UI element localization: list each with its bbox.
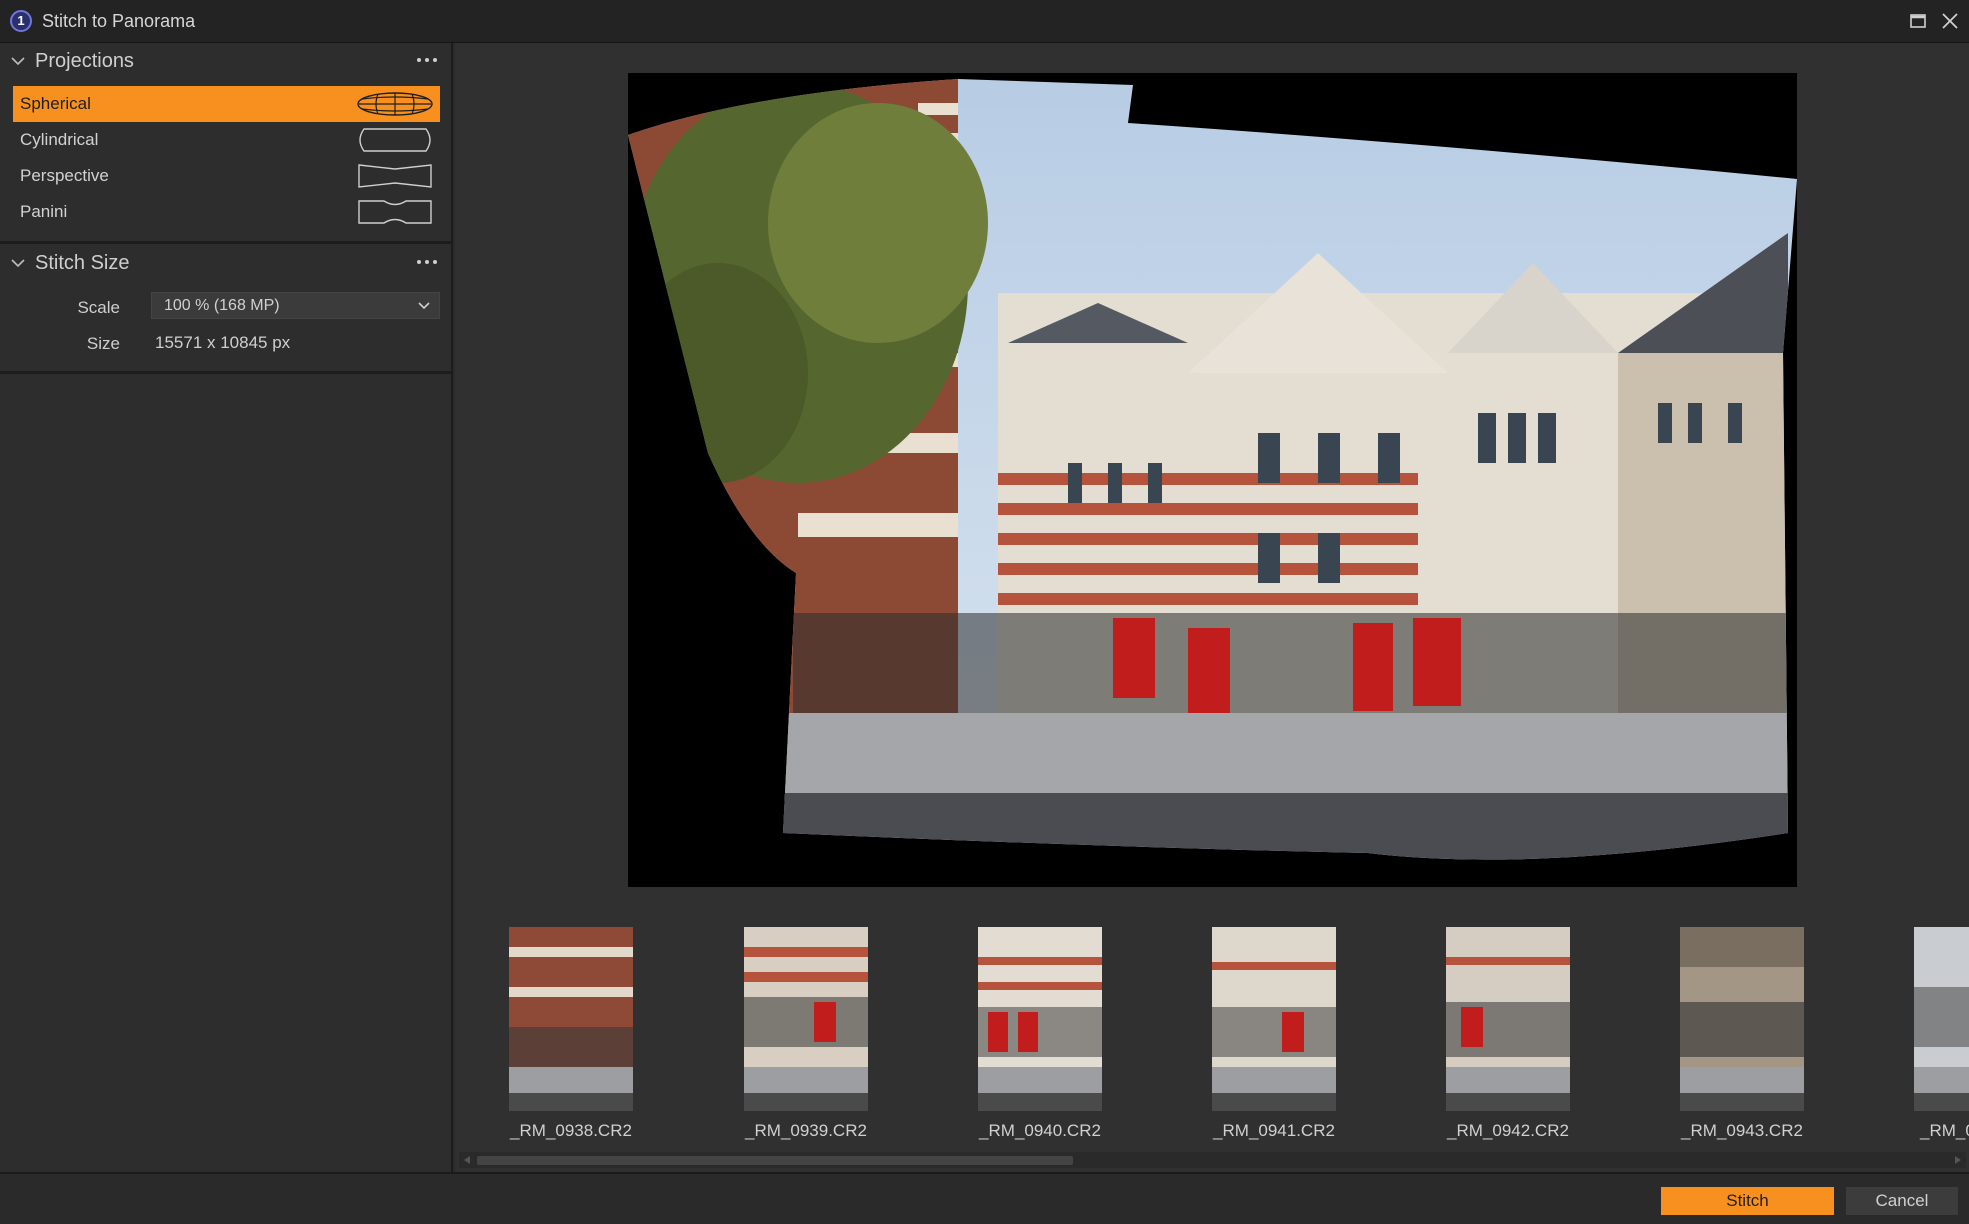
thumbnail-status-bar (1212, 1093, 1336, 1111)
projection-label: Panini (20, 202, 68, 221)
thumbnail-label: _RM_0938.CR2 (510, 1121, 632, 1140)
scale-value: 100 % (168 MP) (164, 297, 280, 314)
thumbnail-image[interactable] (1446, 927, 1570, 1111)
thumbnail-preview (509, 927, 633, 1111)
panorama-preview (628, 73, 1797, 887)
thumbnail-image[interactable] (1212, 927, 1336, 1111)
thumbnail-status-bar (1446, 1093, 1570, 1111)
close-icon[interactable] (1937, 8, 1963, 34)
thumbnail-label: _RM_0941.CR2 (1213, 1121, 1335, 1140)
thumbnail-preview (1914, 927, 1969, 1111)
projection-label: Spherical (20, 94, 91, 113)
spherical-projection-icon (357, 92, 433, 116)
thumbnail-label: _RM_0939.CR2 (745, 1121, 867, 1140)
thumbnail-status-bar (509, 1093, 633, 1111)
size-label: Size (86, 334, 120, 353)
thumbnail-status-bar (1914, 1093, 1969, 1111)
projection-perspective[interactable]: Perspective (13, 158, 440, 194)
thumbnail-label: _RM_0943.CR2 (1681, 1121, 1803, 1140)
chevron-down-icon[interactable] (10, 255, 26, 271)
thumbnail-preview (978, 927, 1102, 1111)
preview-area: _RM_0938.CR2 _RM_0939.CR2 _RM_0940.CR2 _… (455, 43, 1969, 1172)
stitch-size-header[interactable]: Stitch Size (0, 245, 451, 281)
perspective-projection-icon (358, 164, 432, 188)
projection-spherical[interactable]: Spherical (13, 86, 440, 122)
cylindrical-projection-icon (359, 128, 431, 152)
chevron-down-icon[interactable] (10, 53, 26, 69)
scroll-right-icon[interactable] (1952, 1154, 1964, 1166)
maximize-icon[interactable] (1905, 8, 1931, 34)
thumbnail-preview (1212, 927, 1336, 1111)
chevron-down-icon[interactable] (417, 301, 431, 311)
scrollbar-thumb[interactable] (477, 1156, 1073, 1165)
action-bar: Stitch Cancel (0, 1172, 1969, 1224)
thumbnail-status-bar (744, 1093, 868, 1111)
projection-label: Perspective (20, 166, 109, 185)
thumbnail-status-bar (978, 1093, 1102, 1111)
more-options-icon[interactable] (415, 53, 439, 67)
thumbnail-image[interactable] (509, 927, 633, 1111)
thumbnail-status-bar (1680, 1093, 1804, 1111)
thumbnail-image[interactable] (1680, 927, 1804, 1111)
window-title: Stitch to Panorama (42, 11, 196, 31)
stitch-button[interactable]: Stitch (1661, 1187, 1834, 1215)
panorama-image (628, 79, 1797, 860)
scale-label: Scale (77, 298, 120, 317)
thumbnail-preview (1446, 927, 1570, 1111)
app-logo-icon: 1 (10, 10, 32, 32)
stitch-size-title: Stitch Size (35, 252, 130, 274)
projection-label: Cylindrical (20, 130, 99, 149)
filmstrip-scrollbar[interactable] (459, 1152, 1966, 1168)
scale-dropdown[interactable]: 100 % (168 MP) (151, 292, 440, 319)
title-bar: 1 Stitch to Panorama (0, 0, 1969, 43)
scroll-left-icon[interactable] (461, 1154, 473, 1166)
thumbnail-label: _RM_0942.CR2 (1447, 1121, 1569, 1140)
projections-header[interactable]: Projections (0, 43, 451, 79)
panini-projection-icon (358, 200, 432, 224)
section-divider (0, 241, 451, 244)
section-divider (0, 371, 451, 374)
thumbnail-preview (1680, 927, 1804, 1111)
settings-panel: Projections Spherical Cylindrical Perspe… (0, 43, 453, 1172)
thumbnail-preview (744, 927, 868, 1111)
cancel-button[interactable]: Cancel (1846, 1187, 1958, 1215)
projection-cylindrical[interactable]: Cylindrical (13, 122, 440, 158)
projection-panini[interactable]: Panini (13, 194, 440, 230)
projections-title: Projections (35, 50, 134, 72)
more-options-icon[interactable] (415, 255, 439, 269)
thumbnail-label: _RM_0940.CR2 (979, 1121, 1101, 1140)
thumbnail-image[interactable] (744, 927, 868, 1111)
thumbnail-label: _RM_0944.CR2 (1920, 1121, 1969, 1140)
thumbnail-image[interactable] (978, 927, 1102, 1111)
size-value: 15571 x 10845 px (155, 333, 291, 352)
thumbnail-image[interactable] (1914, 927, 1969, 1111)
